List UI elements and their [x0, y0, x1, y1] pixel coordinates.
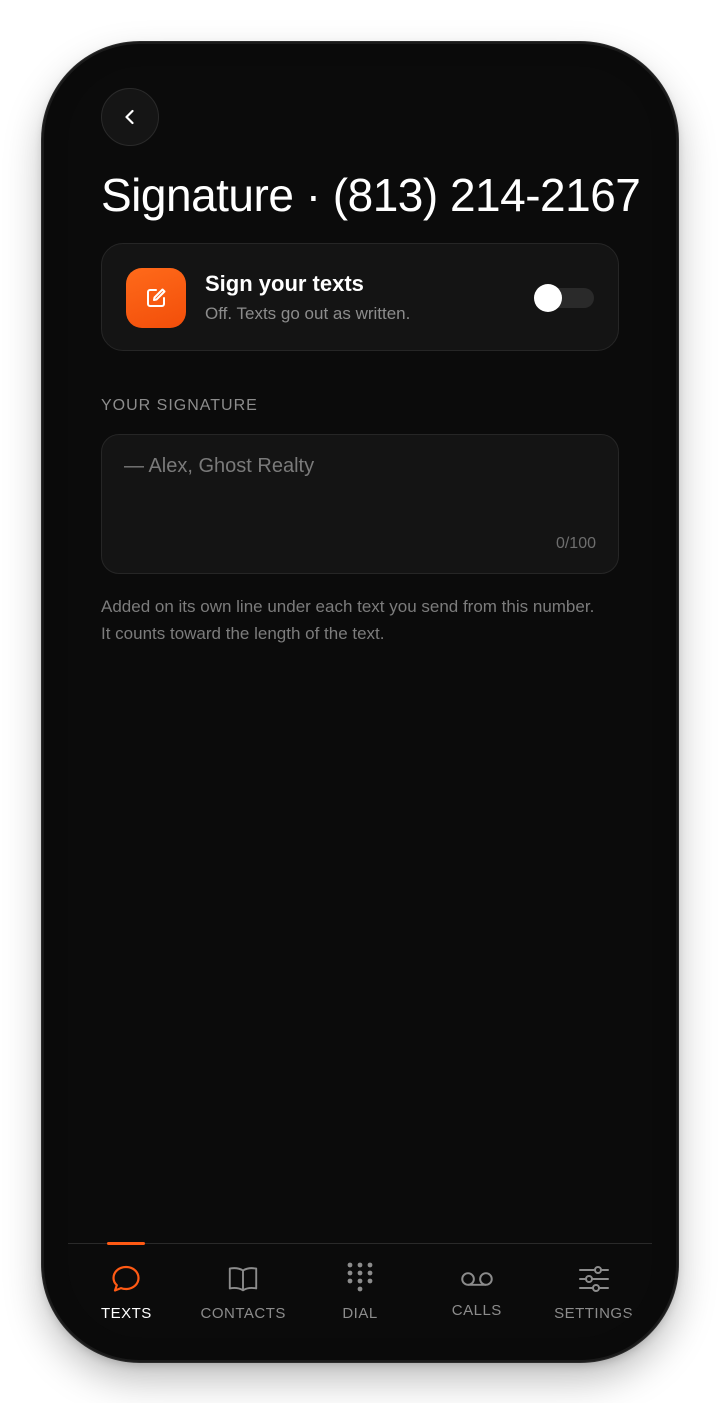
tab-calls-label: CALLS [451, 1302, 502, 1319]
phone-frame: Signature · (813) 214-2167 Sign your tex… [44, 44, 676, 1360]
sign-texts-toggle[interactable] [534, 284, 594, 312]
back-button[interactable] [101, 88, 159, 146]
tab-settings-label: SETTINGS [554, 1305, 634, 1322]
sign-texts-status: Off. Texts go out as written. [205, 304, 411, 323]
edit-icon [126, 268, 186, 328]
signature-input[interactable] [102, 435, 618, 573]
toggle-knob [534, 284, 562, 312]
page-title: Signature · (813) 214-2167 [101, 169, 641, 221]
bottom-tab-bar: TEXTS CONTACTS DIAL CALLS SETTINGS [68, 1242, 652, 1338]
chat-bubble-icon [109, 1262, 143, 1296]
tab-contacts[interactable]: CONTACTS [185, 1244, 302, 1338]
signature-box: 0/100 [101, 434, 619, 574]
tab-contacts-label: CONTACTS [200, 1305, 286, 1322]
screen: Signature · (813) 214-2167 Sign your tex… [68, 66, 652, 1338]
dialpad-icon [343, 1262, 377, 1296]
signature-helper-text: Added on its own line under each text yo… [101, 597, 595, 643]
book-icon [226, 1262, 260, 1296]
voicemail-icon [460, 1262, 494, 1296]
tab-dial-label: DIAL [342, 1305, 378, 1322]
sign-texts-title: Sign your texts [205, 271, 364, 296]
tab-texts-label: TEXTS [100, 1305, 152, 1322]
signature-section-label: YOUR SIGNATURE [101, 397, 258, 414]
chevron-left-icon [125, 109, 134, 125]
character-counter: 0/100 [555, 535, 596, 552]
tab-calls[interactable]: CALLS [418, 1244, 535, 1338]
active-tab-indicator [107, 1242, 145, 1245]
sign-texts-card: Sign your texts Off. Texts go out as wri… [101, 243, 619, 351]
tab-texts[interactable]: TEXTS [68, 1242, 185, 1338]
sliders-icon [577, 1262, 611, 1296]
tab-settings[interactable]: SETTINGS [535, 1244, 652, 1338]
tab-dial[interactable]: DIAL [302, 1244, 419, 1338]
